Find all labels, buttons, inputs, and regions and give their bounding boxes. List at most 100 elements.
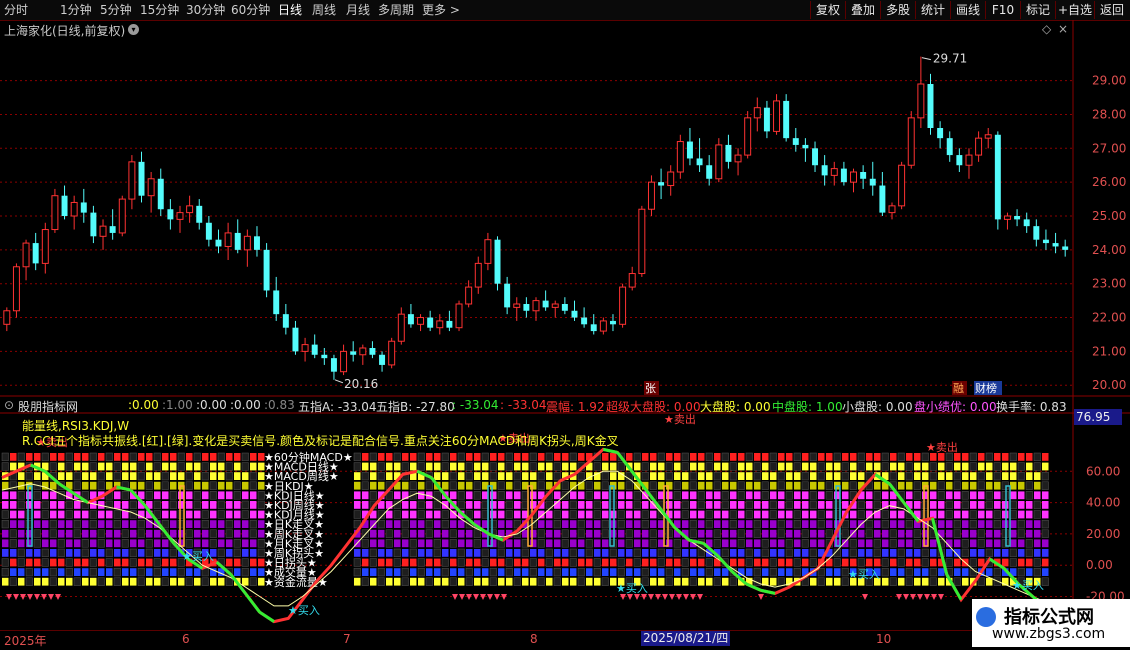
signal-cell — [505, 452, 513, 462]
signal-cell — [650, 558, 657, 567]
signal-cell — [369, 558, 377, 567]
signal-cell — [161, 471, 169, 481]
signal-cell — [586, 568, 593, 576]
candle-body — [965, 154, 973, 166]
signal-cell — [698, 462, 705, 471]
timeframe-15min[interactable]: 15分钟 — [140, 2, 179, 18]
fuquan-button[interactable]: 复权 — [810, 1, 845, 19]
f10-button[interactable]: F10 — [985, 1, 1020, 19]
signal-cell — [434, 472, 441, 480]
candle-body — [869, 178, 876, 186]
diamond-icon — [634, 594, 640, 600]
signal-cell — [162, 462, 169, 471]
candle-body — [523, 304, 530, 311]
signal-cell — [1, 519, 9, 529]
signal-cell — [153, 462, 161, 471]
timeframe-1min[interactable]: 1分钟 — [60, 2, 92, 18]
signal-cell — [441, 558, 449, 567]
signal-cell — [41, 548, 49, 558]
signal-cell — [170, 472, 177, 480]
timeframe-30min[interactable]: 30分钟 — [186, 2, 225, 18]
candle-body — [658, 182, 665, 186]
signal-cell — [209, 529, 217, 538]
signal-cell — [490, 491, 497, 500]
diamond-icon — [473, 594, 479, 600]
signal-cell — [978, 453, 985, 461]
signal-cell — [241, 462, 249, 471]
signal-cell — [362, 549, 369, 557]
timeframe-60min[interactable]: 60分钟 — [231, 2, 270, 18]
signal-cell — [905, 471, 913, 481]
signal-cell — [514, 453, 521, 461]
signal-cell — [194, 472, 201, 480]
signal-cell — [602, 568, 609, 576]
signal-cell — [1041, 481, 1049, 490]
signal-cell — [474, 472, 481, 480]
high-price-label: 29.71 — [933, 52, 967, 66]
add-watchlist-button[interactable]: +自选 — [1055, 1, 1094, 19]
timeframe-monthly[interactable]: 月线 — [346, 2, 370, 18]
indicator-settings-icon[interactable]: ⊙ — [4, 398, 14, 412]
signal-cell — [673, 491, 681, 500]
signal-cell — [809, 452, 817, 462]
signal-cell — [153, 567, 161, 577]
signal-cell — [434, 453, 441, 461]
signal-cell — [193, 491, 201, 500]
statistics-button[interactable]: 统计 — [915, 1, 950, 19]
chevron-down-icon[interactable]: ▾ — [128, 24, 139, 35]
signal-cell — [593, 558, 601, 567]
candle-body — [830, 168, 838, 176]
diamond-icon — [459, 594, 465, 600]
signal-cell — [417, 462, 425, 471]
signal-cell — [746, 481, 753, 490]
draw-line-button[interactable]: 画线 — [950, 1, 985, 19]
signal-cell — [89, 510, 97, 519]
signal-cell — [506, 520, 513, 528]
signal-cell — [65, 500, 73, 510]
close-icon[interactable]: × — [1058, 22, 1068, 36]
signal-cell — [722, 462, 729, 471]
candle-body — [311, 344, 318, 355]
signal-cell — [817, 462, 825, 471]
signal-cell — [394, 539, 401, 548]
signal-cell — [362, 491, 369, 500]
multi-stock-button[interactable]: 多股 — [880, 1, 915, 19]
signal-cell — [642, 529, 649, 538]
signal-cell — [890, 510, 897, 519]
signal-cell — [721, 548, 729, 558]
signal-cell — [34, 510, 41, 519]
signal-cell — [210, 510, 217, 519]
kline-chart[interactable]: ★60分钟MACD★★MACD日线★★MACD周线★★日KDJ★★KDJ日线★★… — [0, 20, 1130, 630]
timeframe-fenshi[interactable]: 分时 — [4, 2, 28, 18]
signal-cell — [857, 558, 865, 567]
timeframe-5min[interactable]: 5分钟 — [100, 2, 132, 18]
mark-button[interactable]: 标记 — [1020, 1, 1055, 19]
signal-cell — [234, 453, 241, 461]
candle-body — [359, 347, 367, 356]
overlay-button[interactable]: 叠加 — [845, 1, 880, 19]
signal-cell — [465, 462, 473, 471]
signal-cell — [857, 452, 865, 462]
signal-cell — [929, 462, 937, 471]
signal-cell — [650, 472, 657, 480]
timeframe-multi[interactable]: 多周期 — [378, 2, 414, 18]
timeframe-more[interactable]: 更多 > — [422, 2, 460, 18]
timeframe-weekly[interactable]: 周线 — [312, 2, 336, 18]
timeframe-daily[interactable]: 日线 — [278, 2, 302, 18]
date-label: 8 — [530, 632, 538, 646]
signal-cell — [634, 529, 641, 538]
signal-cell — [898, 568, 905, 576]
candle-body — [32, 243, 39, 264]
signal-cell — [113, 510, 121, 519]
signal-cell — [1002, 549, 1009, 557]
signal-cell — [754, 481, 761, 490]
signal-cell — [418, 577, 425, 586]
candle-body — [128, 161, 136, 200]
back-button[interactable]: 返回 — [1094, 1, 1129, 19]
candle-body — [821, 165, 828, 176]
signal-cell — [954, 539, 961, 548]
small-cap: 小盘股: 0.00 — [842, 400, 913, 414]
signal-cell — [858, 539, 865, 548]
signal-cell — [474, 549, 481, 557]
diamond-icon[interactable]: ◇ — [1042, 22, 1051, 36]
